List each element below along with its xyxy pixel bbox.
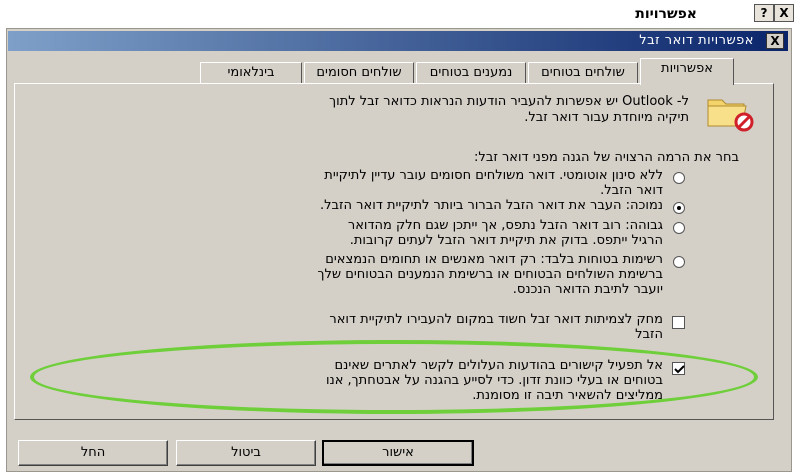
radio-safe-lists-only[interactable] bbox=[673, 256, 685, 268]
apply-button[interactable]: החל bbox=[18, 440, 168, 466]
tab-blocked-senders[interactable]: שולחים חסומים bbox=[304, 62, 414, 84]
help-button[interactable]: ? bbox=[754, 4, 774, 22]
tab-options[interactable]: אפשרויות bbox=[640, 58, 734, 85]
checkbox-delete-line-2: הזבל bbox=[635, 327, 663, 342]
cancel-button[interactable]: ביטול bbox=[176, 440, 316, 466]
dialog-title: אפשרויות דואר זבל bbox=[639, 33, 754, 48]
close-button[interactable]: X bbox=[774, 4, 794, 22]
intro-line-2: תיקיה מיוחדת עבור דואר זבל. bbox=[524, 110, 689, 125]
radio-low-dot bbox=[677, 206, 681, 210]
radio-no-filtering[interactable] bbox=[673, 172, 685, 184]
option-no-filtering-line-1: ללא סינון אוטומטי. דואר משולחים חסומים ע… bbox=[324, 168, 663, 183]
checkbox-delete-line-1: מחק לצמיתות דואר זבל חשוד במקום להעבירו … bbox=[329, 312, 663, 327]
option-no-filtering-line-2: דואר הזבל. bbox=[600, 183, 663, 198]
option-safe-lists-line-2: ברשימת השולחים הבטוחים או ברשימת הנמענים… bbox=[317, 267, 663, 282]
tab-international[interactable]: בינלאומי bbox=[200, 62, 302, 84]
option-high-line-1: גבוהה: רוב דואר הזבל נתפס, אך ייתכן שגם … bbox=[347, 218, 663, 233]
green-highlight-ellipse bbox=[30, 340, 758, 414]
protection-level-prompt: בחר את הרמה הרצויה של הגנה מפני דואר זבל… bbox=[474, 150, 739, 165]
intro-line-1: ל- Outlook יש אפשרות להעביר הודעות הנראו… bbox=[329, 94, 689, 109]
outer-title-bar: אפשרויות ? X bbox=[0, 0, 795, 30]
junk-folder-icon bbox=[706, 92, 754, 132]
radio-high[interactable] bbox=[673, 222, 685, 234]
option-safe-lists-line-3: יועבר לתיבת הדואר הנכנס. bbox=[512, 282, 663, 297]
dialog-title-bar: אפשרויות דואר זבל X bbox=[8, 31, 788, 51]
option-high-line-2: הרגיל ייתפס. בדוק את תיקיית דואר הזבל לע… bbox=[349, 233, 663, 248]
option-safe-lists-line-1: רשימות בטוחות בלבד: רק דואר מאנשים או תח… bbox=[325, 252, 663, 267]
checkbox-permanently-delete[interactable] bbox=[672, 316, 685, 329]
window-title: אפשרויות bbox=[635, 6, 697, 22]
tab-safe-recipients[interactable]: נמענים בטוחים bbox=[416, 62, 526, 84]
dialog-close-button[interactable]: X bbox=[766, 33, 784, 49]
option-low-line-1: נמוכה: העבר את דואר הזבל הברור ביותר לתי… bbox=[320, 198, 663, 213]
tab-safe-senders[interactable]: שולחים בטוחים bbox=[528, 62, 638, 84]
radio-low[interactable] bbox=[673, 202, 685, 214]
ok-button[interactable]: אישור bbox=[322, 440, 474, 466]
